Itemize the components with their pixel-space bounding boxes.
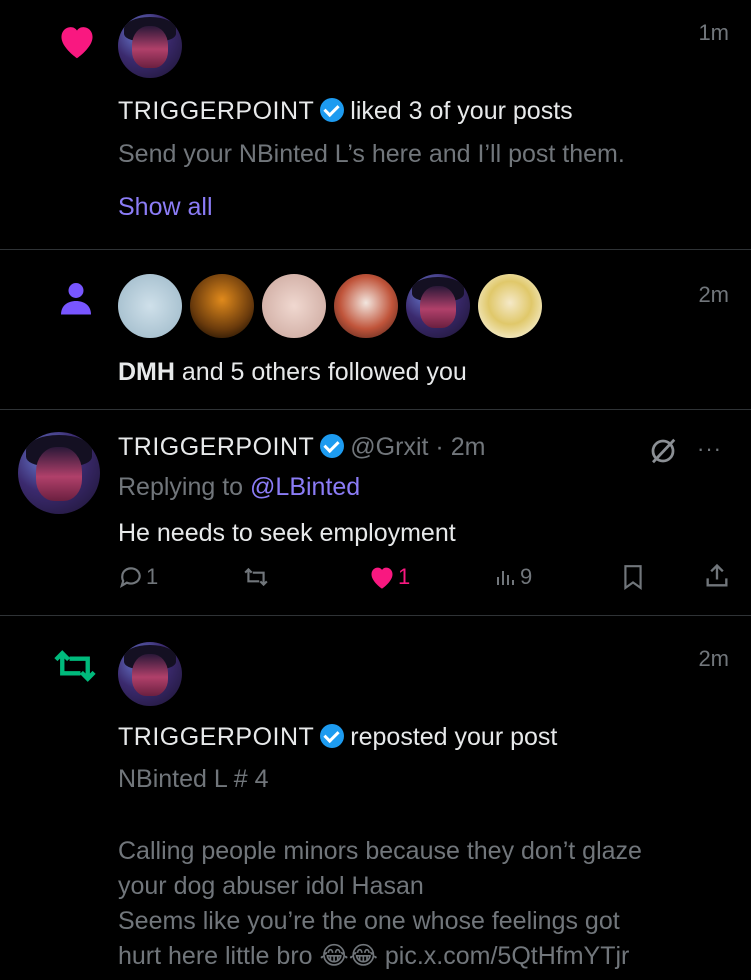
views-icon: [497, 571, 514, 585]
follow-text: DMH and 5 others followed you: [118, 355, 467, 389]
post-body: He needs to seek employment: [118, 519, 456, 547]
follower-avatar-6[interactable]: [478, 274, 542, 338]
separator: ·: [435, 433, 444, 461]
reply-action[interactable]: 1: [118, 564, 158, 590]
verified-badge-icon: [320, 98, 345, 122]
notification-time: 2m: [698, 646, 729, 671]
reply-post[interactable]: TRIGGERPOINT @Grxit · 2m ··· Replying to …: [0, 410, 751, 616]
post-line-3: Seems like you’re the one whose feelings…: [118, 907, 620, 935]
follow-notification[interactable]: 2m DMH and 5 others followed you: [0, 250, 751, 410]
user-name[interactable]: TRIGGERPOINT: [118, 723, 314, 751]
user-handle[interactable]: @Grxit: [350, 433, 428, 461]
follower-avatar-5[interactable]: [406, 274, 470, 338]
reply-icon: [119, 567, 141, 589]
post-title[interactable]: NBinted L # 4: [118, 762, 269, 796]
share-icon[interactable]: [703, 562, 731, 590]
post-header: TRIGGERPOINT @Grxit · 2m: [118, 430, 485, 464]
notification-time: 1m: [698, 20, 729, 45]
replying-to: Replying to @LBinted: [118, 470, 360, 504]
laughing-emoji: 😂😂: [319, 942, 378, 970]
follow-rest: and 5 others followed you: [181, 358, 467, 386]
replying-to-handle[interactable]: @LBinted: [250, 473, 360, 501]
heart-icon: [61, 27, 93, 59]
more-options-icon[interactable]: ···: [697, 436, 722, 462]
avatar[interactable]: [18, 432, 100, 514]
notification-headline: TRIGGERPOINT liked 3 of your posts: [118, 94, 573, 128]
post-line-4-text: hurt here little bro: [118, 942, 313, 970]
views-count: 9: [520, 564, 533, 589]
user-name[interactable]: TRIGGERPOINT: [118, 97, 314, 125]
notification-time: 2m: [698, 282, 729, 307]
like-notification[interactable]: 1m TRIGGERPOINT liked 3 of your posts Sen…: [0, 0, 751, 250]
notification-headline: TRIGGERPOINT reposted your post: [118, 720, 557, 754]
notification-action: liked 3 of your posts: [350, 97, 573, 125]
grok-icon[interactable]: [648, 436, 678, 466]
show-all-link[interactable]: Show all: [118, 190, 213, 224]
post-time: 2m: [450, 433, 486, 461]
post-line-4: hurt here little bro 😂😂 pic.x.com/5QtHfm…: [118, 939, 629, 973]
repost-notification[interactable]: 2m TRIGGERPOINT reposted your post NBinte…: [0, 616, 751, 980]
replying-label: Replying to: [118, 473, 244, 501]
follower-avatar-3[interactable]: [262, 274, 326, 338]
follower-avatar-4[interactable]: [334, 274, 398, 338]
verified-badge-icon: [320, 434, 345, 458]
avatar[interactable]: [118, 14, 182, 78]
follower-avatar-2[interactable]: [190, 274, 254, 338]
post-preview[interactable]: Send your NBinted L’s here and I’ll post…: [118, 137, 625, 171]
notifications-feed: 1m TRIGGERPOINT liked 3 of your posts Sen…: [0, 0, 751, 980]
post-line-2: your dog abuser idol Hasan: [118, 872, 424, 900]
pic-link[interactable]: pic.x.com/5QtHfmYTjr: [385, 942, 629, 970]
follower-name[interactable]: DMH: [118, 358, 175, 386]
repost-icon: [54, 650, 96, 682]
follow-person-icon: [61, 283, 91, 315]
heart-filled-icon: [371, 567, 393, 589]
user-name[interactable]: TRIGGERPOINT: [118, 433, 314, 461]
like-action[interactable]: 1: [368, 564, 410, 590]
reply-count: 1: [146, 564, 159, 589]
repost-icon: [244, 567, 268, 587]
follower-avatar-1[interactable]: [118, 274, 182, 338]
notification-action: reposted your post: [350, 723, 558, 751]
verified-badge-icon: [320, 724, 345, 748]
avatar[interactable]: [118, 642, 182, 706]
repost-action[interactable]: [243, 564, 269, 590]
bookmark-icon[interactable]: [622, 564, 644, 590]
like-count: 1: [398, 564, 411, 589]
views-action[interactable]: 9: [494, 564, 532, 590]
post-line-1: Calling people minors because they don’t…: [118, 837, 642, 865]
